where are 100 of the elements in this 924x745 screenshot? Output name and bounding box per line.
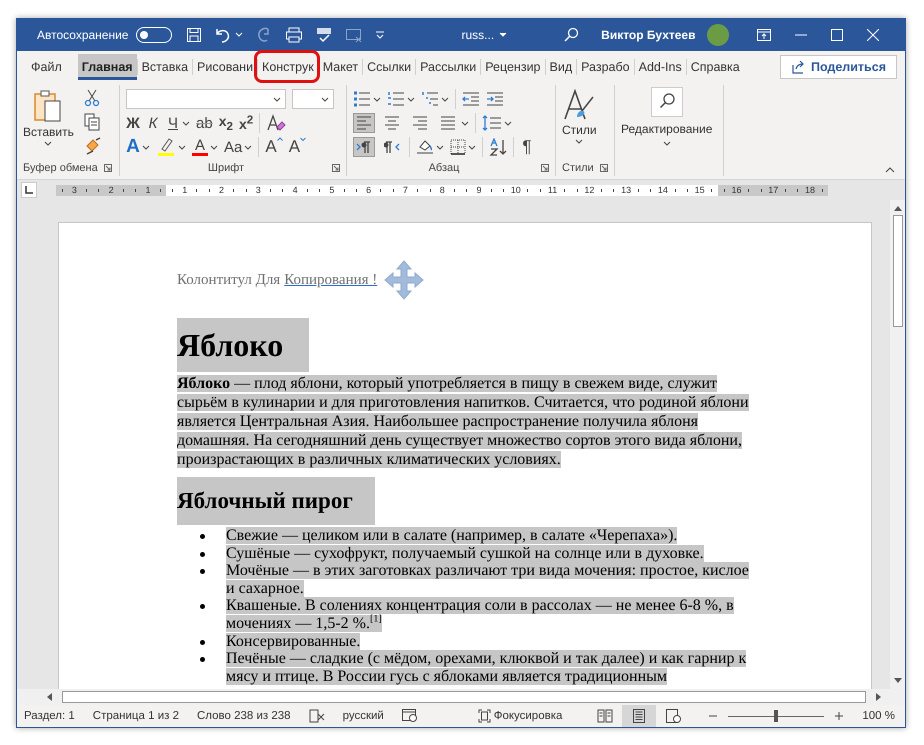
ribbon-tab[interactable]: Макет [318,51,362,83]
ribbon-tab[interactable]: Главная [78,54,137,80]
highlighter-icon[interactable] [156,137,176,157]
ribbon-display-icon[interactable] [757,29,772,41]
sort-icon[interactable] [489,138,507,156]
language-status[interactable]: русский [342,710,384,722]
page-status[interactable]: Страница 1 из 2 [92,710,179,722]
editing-button[interactable]: Редактирование [621,85,712,176]
scroll-up-icon[interactable] [894,206,902,211]
styles-button[interactable]: Стили [562,85,597,160]
ribbon-tab[interactable]: Ссылки [363,51,416,83]
caret-icon[interactable] [436,144,444,150]
borders-icon[interactable] [450,139,466,155]
shrink-font-button[interactable]: A [288,137,306,157]
list-item: Свежие — целиком или в салате (например, в салате «Черепаха»). [226,527,678,545]
proofing-icon[interactable] [308,709,325,723]
font-name-field[interactable] [126,89,286,109]
line-spacing-icon[interactable] [482,115,502,131]
share-button[interactable]: Поделиться [780,55,897,79]
change-case-button[interactable]: Aa [224,138,242,156]
close-icon[interactable] [867,29,880,41]
dialog-launcher-icon[interactable] [104,164,112,172]
format-button[interactable]: x$^{2}$ [238,114,254,132]
caret-icon[interactable] [244,144,252,150]
scroll-down-icon[interactable] [894,678,902,683]
ruler-number: 5 [328,185,336,195]
user-name[interactable]: Виктор Бухтеев [601,28,696,42]
maximize-icon[interactable] [831,29,844,41]
collapse-ribbon-icon[interactable] [885,167,895,173]
format-button[interactable]: x$_{2}$ [218,113,233,133]
ribbon-tab[interactable]: Файл [27,51,66,83]
caret-icon[interactable] [373,96,381,102]
shading-icon[interactable] [416,139,434,155]
group-label: Шрифт [208,162,244,174]
caret-icon[interactable] [461,120,469,126]
font-size-field[interactable] [292,89,334,109]
spelling-icon[interactable] [315,27,334,43]
document-name[interactable]: russ... [461,28,494,42]
caret-icon[interactable] [182,120,190,126]
ribbon-tab[interactable]: Рецензир [481,51,544,83]
caret-icon[interactable] [468,144,476,150]
copy-icon[interactable] [84,113,100,131]
zoom-level[interactable]: 100 % [862,710,895,722]
caret-icon[interactable] [407,96,415,102]
ribbon-tab[interactable]: Рассылки [416,51,480,83]
caret-icon[interactable] [142,144,150,150]
caret-icon[interactable] [504,120,512,126]
autosave-label: Автосохранение [37,28,128,42]
caret-icon[interactable] [210,144,218,150]
ribbon-tab[interactable]: Разрабо [577,51,634,83]
format-painter-icon[interactable] [84,137,102,155]
scissors-icon[interactable] [84,89,100,107]
section-status[interactable]: Раздел: 1 [24,710,75,722]
multilevel-list-icon[interactable] [421,91,439,107]
clear-formatting-icon[interactable] [266,114,286,132]
header-link[interactable]: Копирования ! [284,272,378,288]
view-button[interactable] [622,705,656,727]
vertical-scrollbar[interactable] [890,200,905,689]
zoom-thumb[interactable] [774,710,778,722]
font-color-button[interactable]: A [192,138,208,156]
align-button[interactable] [353,113,375,133]
caret-icon[interactable] [178,144,186,150]
dialog-launcher-icon[interactable] [541,164,550,172]
show-marks-button[interactable]: ¶ [520,137,534,157]
accessibility-icon[interactable] [402,709,418,723]
ribbon-tab[interactable]: Рисовани [193,51,258,83]
ribbon-tab[interactable]: Вставка [138,51,192,83]
tab-selector[interactable] [21,182,37,198]
customize-icon[interactable] [375,30,386,40]
decrease-indent-icon[interactable] [462,92,480,106]
numbering-icon[interactable] [387,91,405,107]
increase-indent-icon[interactable] [486,92,504,106]
scroll-right-icon[interactable] [876,693,881,701]
minimize-icon[interactable] [795,34,808,36]
zoom-in-icon[interactable] [834,711,844,721]
dialog-launcher-icon[interactable] [600,164,608,172]
paste-button[interactable]: Вставить [23,85,74,160]
search-icon[interactable] [563,27,580,43]
ribbon-tab[interactable]: Add-Ins [634,51,686,83]
grow-font-button[interactable]: A [265,137,283,157]
focus-button[interactable]: Фокусировка [478,709,562,723]
horizontal-scrollbar[interactable] [17,689,905,705]
caret-icon[interactable] [441,96,449,102]
scroll-thumb[interactable] [892,215,902,327]
format-button[interactable]: Ч [166,114,180,132]
bullets-icon[interactable] [353,91,371,107]
word-count-status[interactable]: Слово 238 из 238 [197,710,291,722]
save-icon[interactable] [186,27,202,43]
scroll-thumb[interactable] [62,691,866,703]
ribbon-tab[interactable]: Справка [686,51,744,83]
dialog-launcher-icon[interactable] [332,164,340,172]
format-button[interactable]: К [146,114,160,132]
scroll-left-icon[interactable] [47,693,52,701]
text-direction-button[interactable] [353,137,375,157]
ribbon-tab[interactable]: Вид [546,51,576,83]
window-icon[interactable] [345,27,364,43]
autosave-toggle[interactable] [136,27,172,43]
printer-icon[interactable] [285,27,304,43]
format-button[interactable]: Ж [126,114,140,132]
text-effects-button[interactable]: A [126,136,140,158]
